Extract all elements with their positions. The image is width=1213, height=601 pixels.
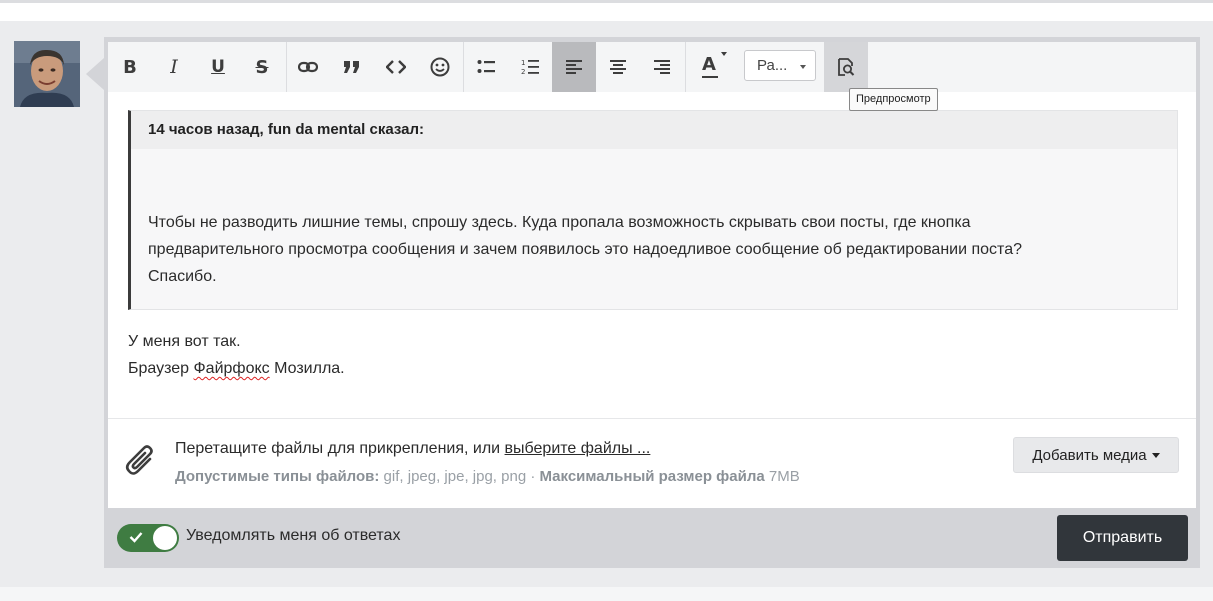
strikethrough-icon: S [255, 56, 269, 78]
check-icon [129, 532, 143, 543]
dropdown-caret-icon [721, 52, 727, 56]
top-divider [0, 0, 1213, 3]
reply-line: Браузер Файрфокс Мозилла. [128, 360, 345, 377]
align-right-icon [654, 60, 670, 74]
italic-button[interactable]: I [152, 42, 196, 92]
reply-line: У меня вот так. [128, 333, 241, 350]
attach-limits: Допустимые типы файлов: gif, jpeg, jpe, … [175, 468, 800, 485]
link-icon [298, 61, 318, 73]
choose-files-link[interactable]: выберите файлы ... [505, 440, 651, 457]
submit-button[interactable]: Отправить [1057, 515, 1188, 561]
bullet-list-button[interactable] [464, 42, 508, 92]
numbered-list-button[interactable]: 1 2 [508, 42, 552, 92]
font-color-button[interactable]: A [688, 42, 732, 92]
quote-line: Спасибо. [148, 268, 217, 285]
misspelled-word: Файрфокс [193, 360, 270, 377]
attach-prompt: Перетащите файлы для прикрепления, или в… [175, 440, 651, 457]
emoji-button[interactable] [418, 42, 462, 92]
underline-icon: U [211, 57, 225, 77]
svg-text:2: 2 [521, 68, 525, 76]
page-bottom-strip [0, 587, 1213, 601]
chevron-down-icon [800, 65, 806, 69]
smiley-icon [430, 57, 450, 77]
preview-button[interactable] [824, 42, 868, 92]
attachment-dropzone[interactable]: Перетащите файлы для прикрепления, или в… [108, 418, 1196, 508]
reply-text: У меня вот так. Браузер Файрфокс Мозилла… [128, 328, 345, 382]
bullet-list-icon [477, 60, 495, 73]
bold-icon: B [123, 56, 137, 78]
speech-pointer [86, 58, 104, 90]
toggle-knob [153, 526, 177, 550]
quote-block: 14 часов назад, fun da mental сказал: Чт… [128, 110, 1178, 310]
message-editor[interactable]: B I U S 1 2 A Ра... Предпросмотр 14 часо… [108, 42, 1196, 508]
add-media-button[interactable]: Добавить медиа [1013, 437, 1179, 473]
quote-button[interactable] [330, 42, 374, 92]
paperclip-icon [125, 445, 153, 475]
bold-button[interactable]: B [108, 42, 152, 92]
code-icon [386, 60, 406, 74]
strikethrough-button[interactable]: S [240, 42, 284, 92]
preview-tooltip: Предпросмотр [849, 88, 938, 111]
editor-frame: B I U S 1 2 A Ра... Предпросмотр 14 часо… [104, 37, 1200, 568]
align-left-button[interactable] [552, 42, 596, 92]
align-center-icon [610, 60, 626, 74]
notify-toggle[interactable] [117, 524, 179, 552]
preview-icon [838, 58, 855, 76]
notify-label[interactable]: Уведомлять меня об ответах [186, 527, 400, 545]
code-button[interactable] [374, 42, 418, 92]
max-size-value: 7MB [764, 468, 800, 485]
svg-text:1: 1 [521, 59, 525, 67]
quote-attribution: 14 часов назад, fun da mental сказал: [131, 111, 1177, 149]
editor-toolbar: B I U S 1 2 A Ра... [108, 42, 1196, 92]
underline-button[interactable]: U [196, 42, 240, 92]
numbered-list-icon: 1 2 [521, 59, 539, 76]
link-button[interactable] [286, 42, 330, 92]
font-color-icon: A [702, 52, 727, 78]
align-left-icon [566, 60, 582, 74]
align-right-button[interactable] [640, 42, 684, 92]
quote-icon [344, 61, 359, 73]
toolbar-separator [685, 42, 686, 92]
avatar-image [14, 41, 80, 107]
avatar[interactable] [14, 41, 80, 107]
quote-line: предварительного просмотра сообщения и з… [148, 241, 1022, 258]
quote-text: Чтобы не разводить лишние темы, спрошу з… [148, 209, 1158, 290]
caret-down-icon [1151, 452, 1160, 458]
italic-icon: I [170, 56, 178, 78]
allowed-types-value: gif, jpeg, jpe, jpg, png · [379, 468, 540, 485]
paragraph-format-value: Ра... [757, 57, 788, 74]
quote-line: Чтобы не разводить лишние темы, спрошу з… [148, 214, 971, 231]
align-center-button[interactable] [596, 42, 640, 92]
max-size-label: Максимальный размер файла [539, 468, 765, 485]
allowed-types-label: Допустимые типы файлов: [175, 468, 380, 485]
paragraph-format-select[interactable]: Ра... [744, 50, 816, 81]
